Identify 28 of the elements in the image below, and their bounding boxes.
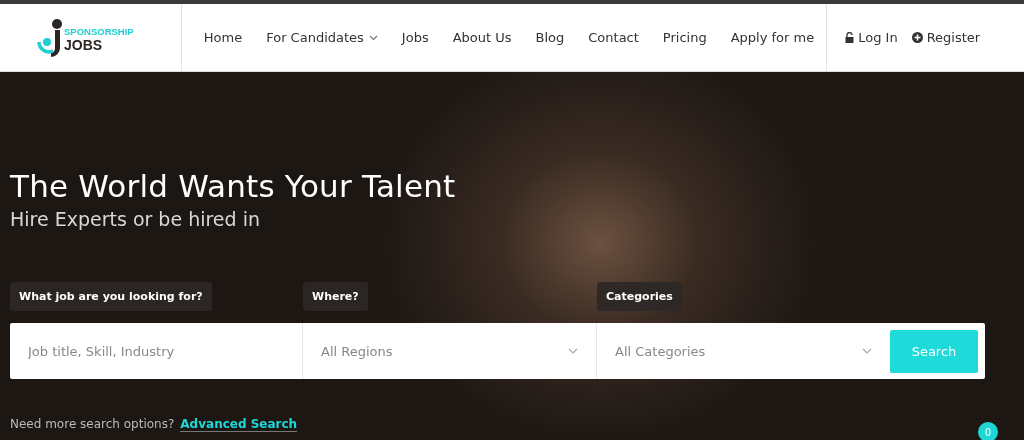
logo-tagline: SPONSORSHIP [64,25,135,37]
register-link[interactable]: Register [909,26,983,49]
select-field[interactable]: All Categories [615,343,872,359]
field-label: What job are you looking for? [10,282,212,311]
lock-icon [845,32,855,43]
advanced-search-link[interactable]: Advanced Search [180,417,298,432]
select-field[interactable]: All Regions [321,343,578,359]
nav-link[interactable]: For Candidates [254,24,390,51]
login-link[interactable]: Log In [843,26,900,49]
nav-link[interactable]: Apply for me [718,24,827,51]
hero-title: The World Wants Your Talent [10,168,457,204]
field-label: Categories [597,282,682,311]
nav-link[interactable]: Home [191,24,255,51]
nav-link[interactable]: Blog [523,24,577,51]
keyword-field[interactable]: Job title, Skill, Industry [28,343,284,359]
nav-link[interactable]: Contact [576,24,651,51]
logo-wordmark: JOBS [64,36,103,53]
search-options-text: Need more search options? [10,417,175,432]
logo-icon[interactable] [37,18,63,57]
plus-circle-icon [911,32,923,43]
hero-subtitle: Hire Experts or be hired in [10,208,261,230]
nav-link[interactable]: Pricing [650,24,719,51]
chevron-down-icon [862,348,872,354]
chevron-down-icon [368,34,378,41]
field-label: Where? [303,282,368,311]
nav-link[interactable]: About Us [440,24,524,51]
chevron-down-icon [568,348,578,354]
nav-link[interactable]: Jobs [389,24,441,51]
